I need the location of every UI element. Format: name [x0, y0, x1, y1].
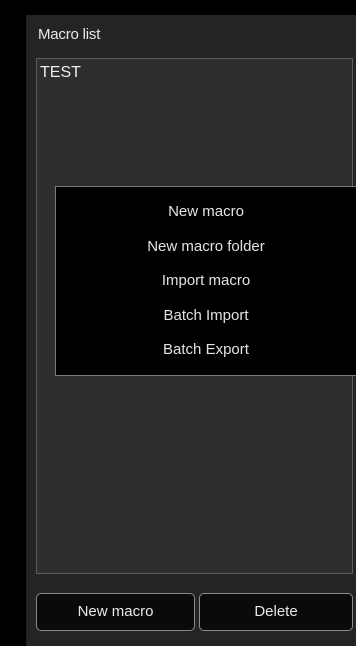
- panel-title: Macro list: [38, 26, 101, 43]
- menu-item-new-macro[interactable]: New macro: [56, 195, 356, 230]
- menu-item-import-macro[interactable]: Import macro: [56, 264, 356, 299]
- context-menu: New macro New macro folder Import macro …: [55, 186, 356, 376]
- new-macro-button[interactable]: New macro: [36, 593, 195, 631]
- menu-item-batch-export[interactable]: Batch Export: [56, 333, 356, 368]
- macro-panel: Macro list TEST New macro New macro fold…: [26, 15, 356, 646]
- list-item[interactable]: TEST: [40, 64, 81, 82]
- menu-item-new-macro-folder[interactable]: New macro folder: [56, 230, 356, 265]
- menu-item-batch-import[interactable]: Batch Import: [56, 299, 356, 334]
- macro-list[interactable]: TEST New macro New macro folder Import m…: [36, 58, 356, 574]
- delete-button[interactable]: Delete: [199, 593, 353, 631]
